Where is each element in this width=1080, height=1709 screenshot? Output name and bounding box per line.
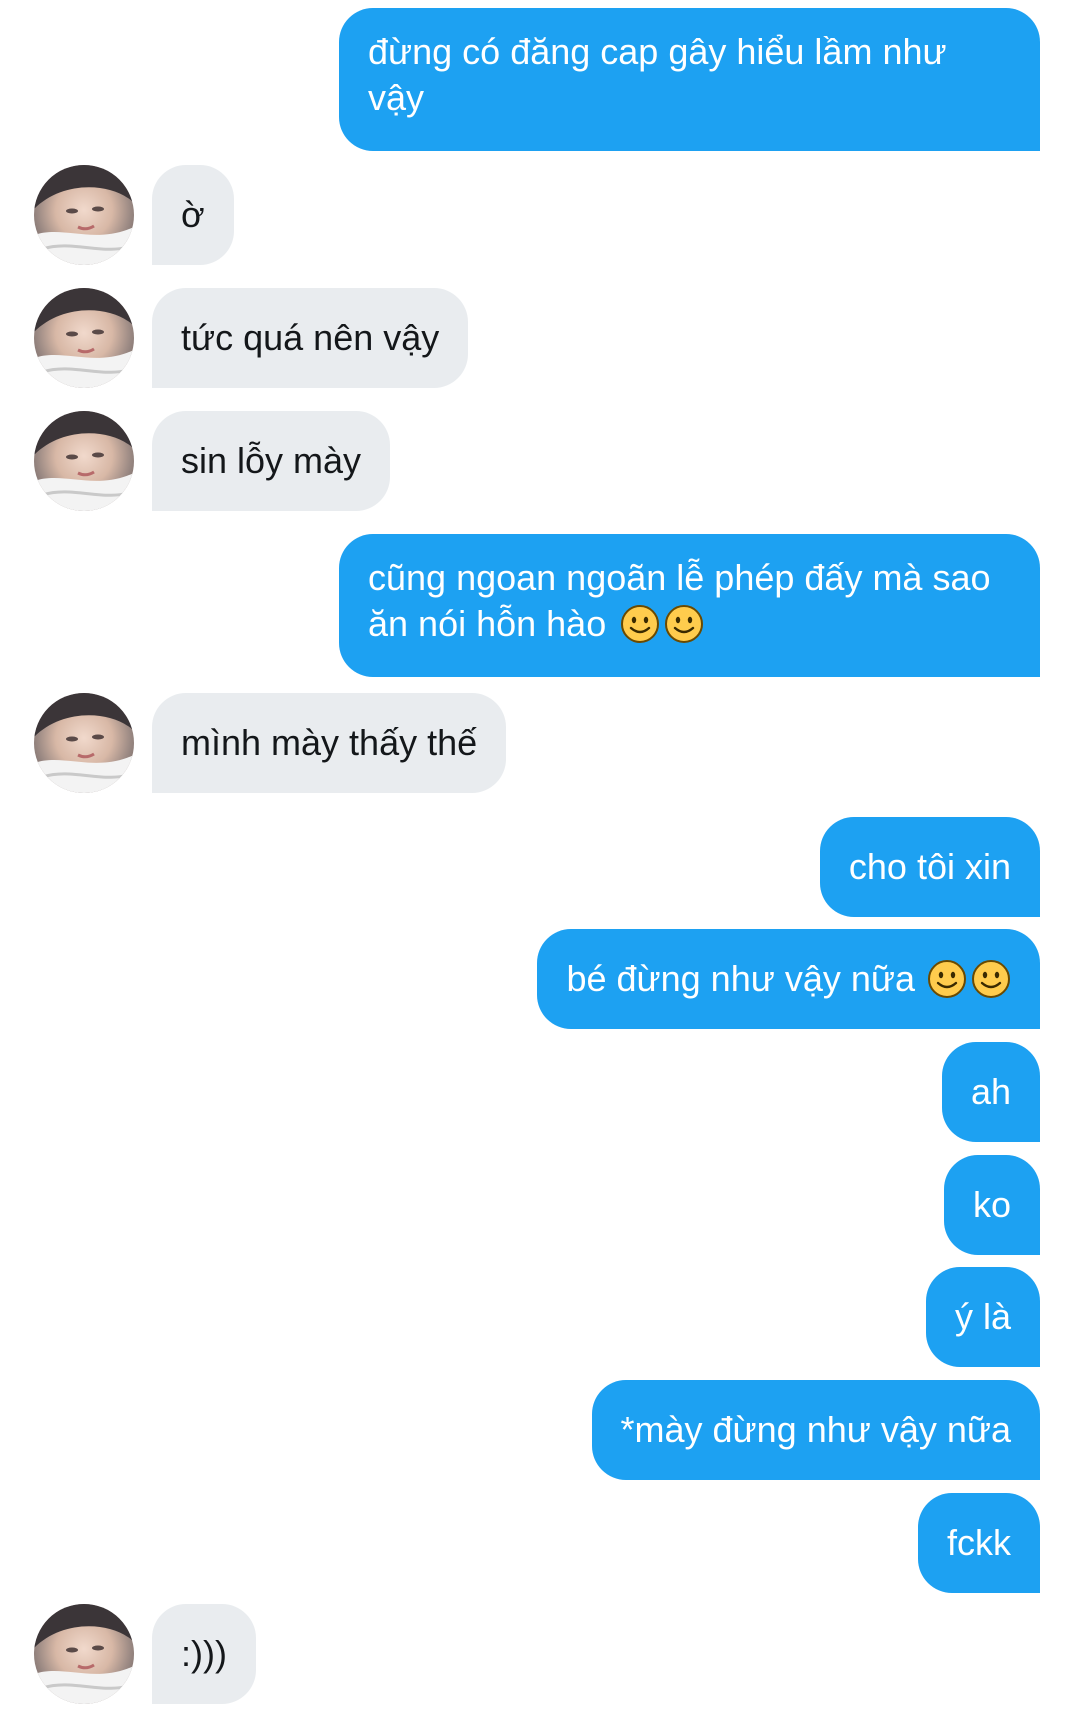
message-bubble-sent[interactable]: cho tôi xin (819, 817, 1040, 917)
message-bubble-sent[interactable]: ah (941, 1042, 1040, 1142)
avatar[interactable] (34, 411, 134, 511)
avatar[interactable] (34, 693, 134, 793)
message-text: cho tôi xin (848, 846, 1011, 887)
message-thread: đừng có đăng cap gây hiểu lầm như vậy ờ … (0, 0, 1080, 1709)
slightly-smiling-face-icon (927, 959, 967, 999)
message-bubble-received[interactable]: sin lỗy mày (152, 411, 391, 511)
message-text: ah (970, 1071, 1011, 1112)
message-text: bé đừng như vậy nữa (566, 958, 915, 999)
message-bubble-sent[interactable]: fckk (917, 1493, 1040, 1593)
message-bubble-received[interactable]: tức quá nên vậy (152, 288, 469, 388)
message-text: mình mày thấy thế (181, 722, 478, 763)
message-text: đừng có đăng cap gây hiểu lầm như vậy (368, 31, 947, 118)
message-bubble-sent[interactable]: đừng có đăng cap gây hiểu lầm như vậy (339, 8, 1040, 151)
message-bubble-received[interactable]: mình mày thấy thế (152, 693, 507, 793)
avatar[interactable] (34, 288, 134, 388)
message-text: tức quá nên vậy (181, 317, 440, 358)
message-bubble-received[interactable]: ờ (152, 165, 234, 265)
message-bubble-sent[interactable]: *mày đừng như vậy nữa (591, 1380, 1040, 1480)
message-text: ý là (954, 1296, 1011, 1337)
message-text: :))) (181, 1633, 227, 1674)
message-bubble-received[interactable]: :))) (152, 1604, 256, 1704)
message-text: ko (972, 1184, 1011, 1225)
message-bubble-sent[interactable]: cũng ngoan ngoãn lễ phép đấy mà sao ăn n… (339, 534, 1040, 677)
slightly-smiling-face-icon (620, 604, 660, 644)
message-text: fckk (946, 1522, 1011, 1563)
message-text-wrap: cũng ngoan ngoãn lễ phép đấy mà sao ăn n… (368, 555, 1011, 647)
message-text: *mày đừng như vậy nữa (620, 1409, 1012, 1450)
message-bubble-sent[interactable]: ko (943, 1155, 1040, 1255)
message-text: ờ (181, 194, 205, 235)
avatar[interactable] (34, 165, 134, 265)
slightly-smiling-face-icon (664, 604, 704, 644)
slightly-smiling-face-icon (971, 959, 1011, 999)
avatar[interactable] (34, 1604, 134, 1704)
message-bubble-sent[interactable]: bé đừng như vậy nữa (537, 929, 1040, 1029)
message-bubble-sent[interactable]: ý là (925, 1267, 1040, 1367)
message-text: sin lỗy mày (181, 440, 362, 481)
